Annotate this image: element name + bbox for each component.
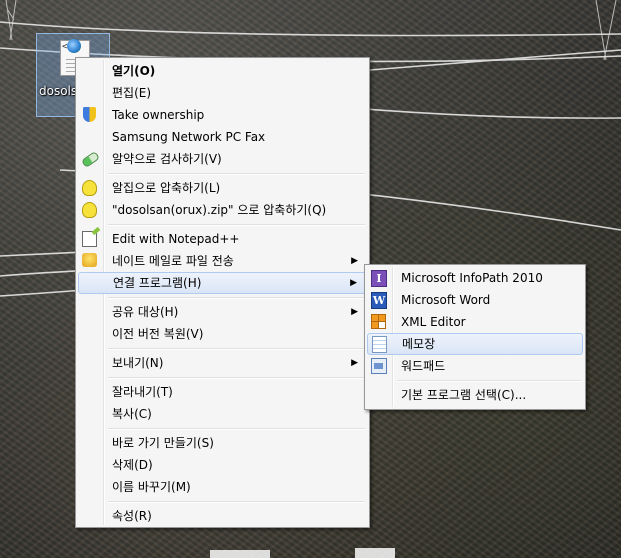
menu-separator	[78, 221, 367, 228]
menu-item-scan-alyac[interactable]: 알약으로 검사하기(V)	[78, 148, 367, 170]
menu-item-label: 이전 버전 복원(V)	[112, 327, 204, 341]
submenu-item-label: 기본 프로그램 선택(C)...	[401, 388, 527, 402]
submenu-item-wordpad[interactable]: 워드패드	[367, 355, 583, 377]
menu-item-label: 연결 프로그램(H)	[113, 276, 202, 290]
open-with-submenu: I Microsoft InfoPath 2010 W Microsoft Word…	[364, 264, 586, 410]
menu-item-label: "dosolsan(orux).zip" 으로 압축하기(Q)	[112, 203, 327, 217]
menu-item-properties[interactable]: 속성(R)	[78, 505, 367, 527]
menu-item-label: 복사(C)	[112, 407, 152, 421]
submenu-item-label: Microsoft InfoPath 2010	[401, 271, 543, 285]
menu-item-create-shortcut[interactable]: 바로 가기 만들기(S)	[78, 432, 367, 454]
menu-item-copy[interactable]: 복사(C)	[78, 403, 367, 425]
menu-item-label: 삭제(D)	[112, 458, 153, 472]
alzip-icon	[82, 202, 98, 218]
menu-item-nate-mail[interactable]: 네이트 메일로 파일 전송 ▶	[78, 250, 367, 272]
menu-item-open-with[interactable]: 연결 프로그램(H) ▶	[78, 272, 367, 294]
menu-item-edit-notepad-plus[interactable]: Edit with Notepad++	[78, 228, 367, 250]
menu-item-cut[interactable]: 잘라내기(T)	[78, 381, 367, 403]
menu-item-label: 열기(O)	[112, 64, 156, 78]
menu-item-alzip-compress[interactable]: 알집으로 압축하기(L)	[78, 177, 367, 199]
submenu-item-label: 메모장	[402, 337, 436, 351]
menu-separator	[78, 345, 367, 352]
menu-item-restore-previous[interactable]: 이전 버전 복원(V)	[78, 323, 367, 345]
shield-icon	[82, 107, 98, 123]
submenu-item-label: 워드패드	[401, 359, 446, 373]
submenu-arrow-icon: ▶	[351, 307, 358, 317]
menu-item-share-with[interactable]: 공유 대상(H) ▶	[78, 301, 367, 323]
menu-item-label: Samsung Network PC Fax	[112, 130, 266, 144]
menu-item-label: 알집으로 압축하기(L)	[112, 181, 221, 195]
menu-item-label: Take ownership	[112, 108, 205, 122]
submenu-item-choose-default[interactable]: 기본 프로그램 선택(C)...	[367, 384, 583, 406]
menu-item-samsung-fax[interactable]: Samsung Network PC Fax	[78, 126, 367, 148]
submenu-arrow-icon: ▶	[351, 358, 358, 368]
submenu-arrow-icon: ▶	[350, 278, 357, 288]
menu-item-delete[interactable]: 삭제(D)	[78, 454, 367, 476]
menu-item-label: 알약으로 검사하기(V)	[112, 152, 222, 166]
submenu-item-xml-editor[interactable]: XML Editor	[367, 311, 583, 333]
submenu-item-infopath[interactable]: I Microsoft InfoPath 2010	[367, 267, 583, 289]
menu-item-rename[interactable]: 이름 바꾸기(M)	[78, 476, 367, 498]
menu-separator	[78, 294, 367, 301]
notepad-icon	[372, 336, 388, 353]
menu-item-label: Edit with Notepad++	[112, 232, 240, 246]
menu-item-label: 잘라내기(T)	[112, 385, 173, 399]
alzip-icon	[82, 180, 98, 196]
menu-separator	[78, 425, 367, 432]
menu-item-label: 편집(E)	[112, 86, 152, 100]
nate-mail-icon	[82, 253, 98, 269]
menu-item-label: 이름 바꾸기(M)	[112, 480, 191, 494]
menu-item-label: 네이트 메일로 파일 전송	[112, 254, 234, 268]
menu-item-label: 바로 가기 만들기(S)	[112, 436, 214, 450]
submenu-item-notepad[interactable]: 메모장	[367, 333, 583, 355]
word-icon: W	[371, 292, 387, 309]
menu-item-compress-to-zip[interactable]: "dosolsan(orux).zip" 으로 압축하기(Q)	[78, 199, 367, 221]
menu-item-send-to[interactable]: 보내기(N) ▶	[78, 352, 367, 374]
submenu-arrow-icon: ▶	[351, 256, 358, 266]
submenu-item-label: XML Editor	[401, 315, 466, 329]
wordpad-icon	[371, 358, 387, 374]
menu-item-open[interactable]: 열기(O)	[78, 60, 367, 82]
menu-item-label: 속성(R)	[112, 509, 152, 523]
menu-item-take-ownership[interactable]: Take ownership	[78, 104, 367, 126]
menu-item-label: 공유 대상(H)	[112, 305, 179, 319]
context-menu: 열기(O) 편집(E) Take ownership Samsung Netwo…	[75, 57, 370, 528]
notepad-plus-icon	[82, 231, 98, 247]
infopath-icon: I	[371, 270, 387, 287]
menu-separator	[78, 170, 367, 177]
menu-item-edit[interactable]: 편집(E)	[78, 82, 367, 104]
menu-item-label: 보내기(N)	[112, 356, 164, 370]
submenu-item-word[interactable]: W Microsoft Word	[367, 289, 583, 311]
submenu-item-label: Microsoft Word	[401, 293, 491, 307]
pill-icon	[80, 150, 101, 169]
menu-separator	[78, 374, 367, 381]
menu-separator	[367, 377, 583, 384]
globe-icon	[67, 39, 81, 53]
menu-separator	[78, 498, 367, 505]
xml-editor-icon	[371, 314, 387, 330]
